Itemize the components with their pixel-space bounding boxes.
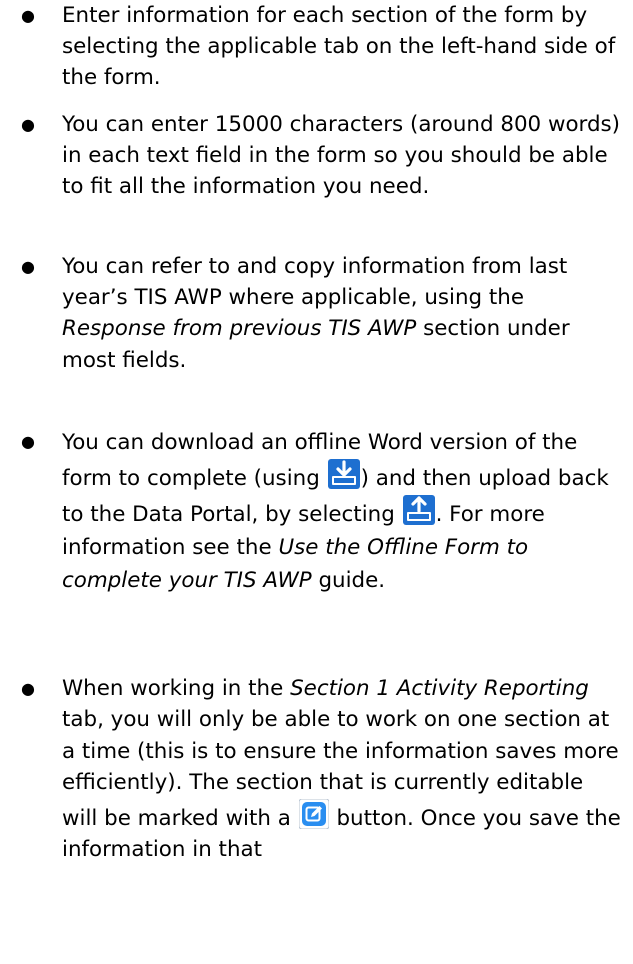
list-item-italic: Section 1 Activity Reporting xyxy=(290,676,589,701)
edit-icon xyxy=(298,798,329,829)
list-item-text: You can enter 15000 characters (around 8… xyxy=(62,112,621,200)
list-item: ● You can refer to and copy information … xyxy=(0,251,633,376)
list-item: ● Enter information for each section of … xyxy=(0,0,633,94)
bullet-icon: ● xyxy=(21,679,35,698)
list-item-text-part: When working in the xyxy=(62,676,291,701)
bullet-icon: ● xyxy=(21,6,35,25)
upload-icon xyxy=(402,495,435,525)
bullet-icon: ● xyxy=(21,115,35,134)
bullet-icon: ● xyxy=(21,432,35,451)
list-item: ● You can download an offline Word versi… xyxy=(0,426,633,597)
list-item-italic: Response from previous TIS AWP xyxy=(62,316,417,342)
list-item: ● When working in the Section 1 Activity… xyxy=(0,673,633,865)
download-icon xyxy=(327,459,360,489)
list-item-text-part: guide. xyxy=(311,568,386,593)
bullet-icon: ● xyxy=(21,257,35,276)
list-item: ● You can enter 15000 characters (around… xyxy=(0,109,633,203)
list-item-text-start: You can refer to and copy information fr… xyxy=(62,254,568,311)
list-item-text: Enter information for each section of th… xyxy=(62,3,616,91)
